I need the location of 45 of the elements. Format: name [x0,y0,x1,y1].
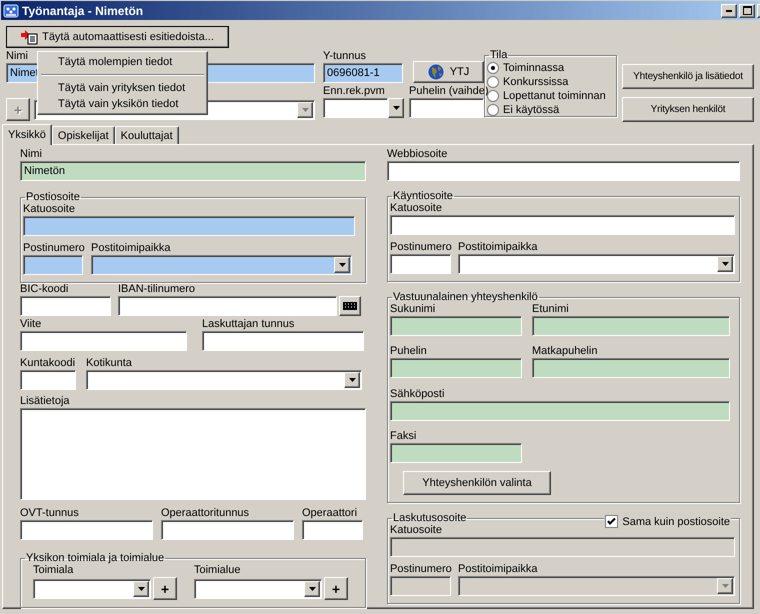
field-label: Puhelin [390,345,427,358]
group-title: Tila [489,50,508,61]
radio-label: Toiminnassa [503,62,564,74]
field-label: Katuosoite [23,203,75,216]
field-label: Postitoimipaikka [458,241,538,254]
window-title: Työnantaja - Nimetön [22,4,144,18]
field-label: Katuosoite [390,202,442,215]
radio-label: Konkurssissa [503,76,568,88]
field-label: Lisätietoja [20,395,70,408]
field-label: Matkapuhelin [532,345,598,358]
radio-label: Ei käytössä [503,104,560,116]
field-label: Postinumero [390,563,452,576]
field-label: Laskuttajan tunnus [202,318,294,331]
radio-label: Lopettanut toiminnan [503,90,606,102]
field-label: Katuosoite [390,524,442,537]
field-label: Operaattoritunnus [161,507,250,520]
field-label: Toimiala [33,564,74,577]
field-label: BIC-koodi [20,283,68,296]
field-label: Kotikunta [86,357,132,370]
field-label: Postitoimipaikka [458,563,538,576]
group-title: Vastuunalainen yhteyshenkilö [392,292,539,303]
field-label: Sähköposti [390,388,444,401]
field-label: Nimi [20,148,42,161]
field-label: Puhelin (vaihde) [409,85,488,98]
group-title: Laskutusosoite [392,513,468,524]
group-title: Käyntiosoite [392,191,454,202]
field-label: Faksi [390,430,416,443]
field-label: Postinumero [390,241,452,254]
group-title: Yksikon toimiala ja toimialue [25,553,166,564]
field-label: OVT-tunnus [20,507,79,520]
field-label: Postinumero [23,242,85,255]
field-label: Enn.rek.pvm [323,85,385,98]
checkbox-label: Sama kuin postiosoite [622,516,730,528]
field-label: Operaattori [302,507,358,520]
group-title: Postiosoite [25,192,81,203]
field-label: Y-tunnus [323,50,366,63]
field-label: Nimi [6,50,28,63]
field-label: IBAN-tilinumero [118,283,196,296]
field-label: Sukunimi [390,303,436,316]
field-label: Viite [20,318,42,331]
field-label: Postitoimipaikka [91,242,170,255]
field-label: Webbiosoite [387,148,448,161]
field-label: Toimialue [194,564,240,577]
field-label: Etunimi [532,303,569,316]
field-label: Kuntakoodi [20,357,76,370]
